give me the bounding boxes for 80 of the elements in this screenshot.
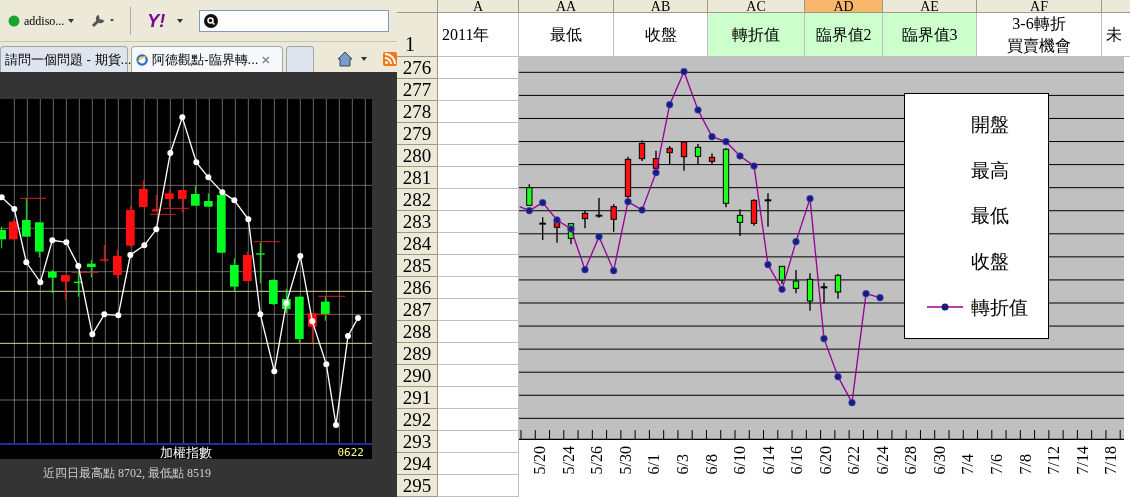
column-header[interactable]: AF — [977, 0, 1102, 13]
axis-label: 7/8 — [1017, 453, 1034, 475]
axis-label: 6/30 — [931, 446, 948, 475]
column-header[interactable]: AC — [708, 0, 805, 13]
axis-label: 7/14 — [1074, 446, 1091, 475]
search-field[interactable] — [199, 9, 389, 32]
caret-icon[interactable] — [177, 18, 184, 23]
table-cell: 臨界值3 — [883, 13, 977, 57]
axis-label: 6/3 — [675, 453, 691, 475]
row-header[interactable]: 290 — [397, 365, 438, 387]
status-dot-icon — [8, 14, 20, 27]
axis-label: 6/24 — [874, 446, 891, 475]
browser-logo-icon — [136, 51, 149, 68]
chart-code: 0622 — [337, 446, 364, 458]
row-header[interactable]: 278 — [397, 101, 438, 123]
home-icon[interactable] — [337, 51, 353, 67]
axis-label: 7/12 — [1046, 446, 1063, 475]
table-cell: 最低 — [519, 13, 614, 57]
row-header[interactable]: 280 — [397, 145, 438, 167]
legend-label: 最低 — [971, 206, 1009, 226]
axis-label: 5/26 — [589, 446, 606, 475]
logo[interactable]: Y! — [147, 11, 166, 30]
legend-line-icon — [927, 302, 963, 313]
row-header[interactable]: 1 — [397, 13, 438, 57]
row-header[interactable]: 294 — [397, 453, 438, 475]
row-header[interactable]: 284 — [397, 233, 438, 255]
caret-icon[interactable] — [110, 19, 115, 22]
axis-label: 7/6 — [989, 453, 1005, 475]
legend-label: 轉折值 — [971, 297, 1028, 317]
row-header[interactable]: 291 — [397, 387, 438, 409]
caret-icon[interactable] — [68, 18, 75, 23]
table-cell: 3-6轉折買賣機會 — [977, 13, 1102, 57]
legend-label: 開盤 — [971, 115, 1009, 135]
table-cell: 轉折值 — [708, 13, 805, 57]
column-header[interactable]: AE — [883, 0, 977, 13]
axis-label: 6/1 — [646, 453, 663, 475]
axis-label: 6/8 — [703, 453, 720, 475]
row-header[interactable]: 288 — [397, 321, 438, 343]
row-header[interactable]: 292 — [397, 409, 438, 431]
axis-label: 6/22 — [846, 446, 863, 475]
column-header[interactable]: AD — [805, 0, 883, 13]
table-cell: 2011年 — [438, 13, 519, 57]
row-header[interactable]: 276 — [397, 57, 438, 79]
legend-label: 收盤 — [971, 252, 1009, 272]
table-cell: 臨界值2 — [805, 13, 883, 57]
row-header[interactable]: 277 — [397, 79, 438, 101]
search-icon — [204, 13, 219, 28]
row-header[interactable]: 295 — [397, 475, 438, 497]
row-header[interactable]: 289 — [397, 343, 438, 365]
row-header[interactable]: 285 — [397, 255, 438, 277]
profile-label[interactable]: addiso... — [24, 11, 65, 30]
column-header[interactable]: AA — [519, 0, 614, 13]
axis-label: 7/18 — [1103, 446, 1120, 475]
chart-title: 加權指數 — [160, 445, 212, 459]
axis-label: 6/20 — [817, 446, 834, 475]
feed-icon[interactable] — [383, 52, 397, 66]
close-icon[interactable] — [262, 54, 270, 65]
axis-label: 7/4 — [960, 453, 977, 475]
wrench-icon[interactable] — [90, 12, 107, 29]
axis-label: 6/16 — [789, 446, 806, 475]
column-header[interactable]: AB — [614, 0, 708, 13]
axis-label: 6/14 — [760, 446, 777, 475]
axis-label: 5/20 — [532, 446, 549, 475]
summary-text: 近四日最高點 8702, 最低點 8519 — [43, 466, 211, 480]
axis-label: 5/30 — [617, 446, 634, 475]
axis-label: 5/24 — [560, 446, 577, 475]
legend-label: 最高 — [971, 160, 1009, 180]
table-cell: 收盤 — [614, 13, 708, 57]
caret-icon[interactable] — [361, 57, 367, 61]
row-header[interactable]: 283 — [397, 211, 438, 233]
row-header[interactable]: 293 — [397, 431, 438, 453]
row-header[interactable]: 287 — [397, 299, 438, 321]
column-header[interactable]: A — [438, 0, 519, 13]
row-header[interactable]: 286 — [397, 277, 438, 299]
row-header[interactable]: 281 — [397, 167, 438, 189]
axis-label: 6/28 — [903, 446, 920, 475]
row-header[interactable]: 282 — [397, 189, 438, 211]
axis-label: 6/10 — [732, 446, 749, 475]
row-header[interactable]: 279 — [397, 123, 438, 145]
browser-tab[interactable]: 阿德觀點-臨界轉... — [131, 46, 283, 72]
